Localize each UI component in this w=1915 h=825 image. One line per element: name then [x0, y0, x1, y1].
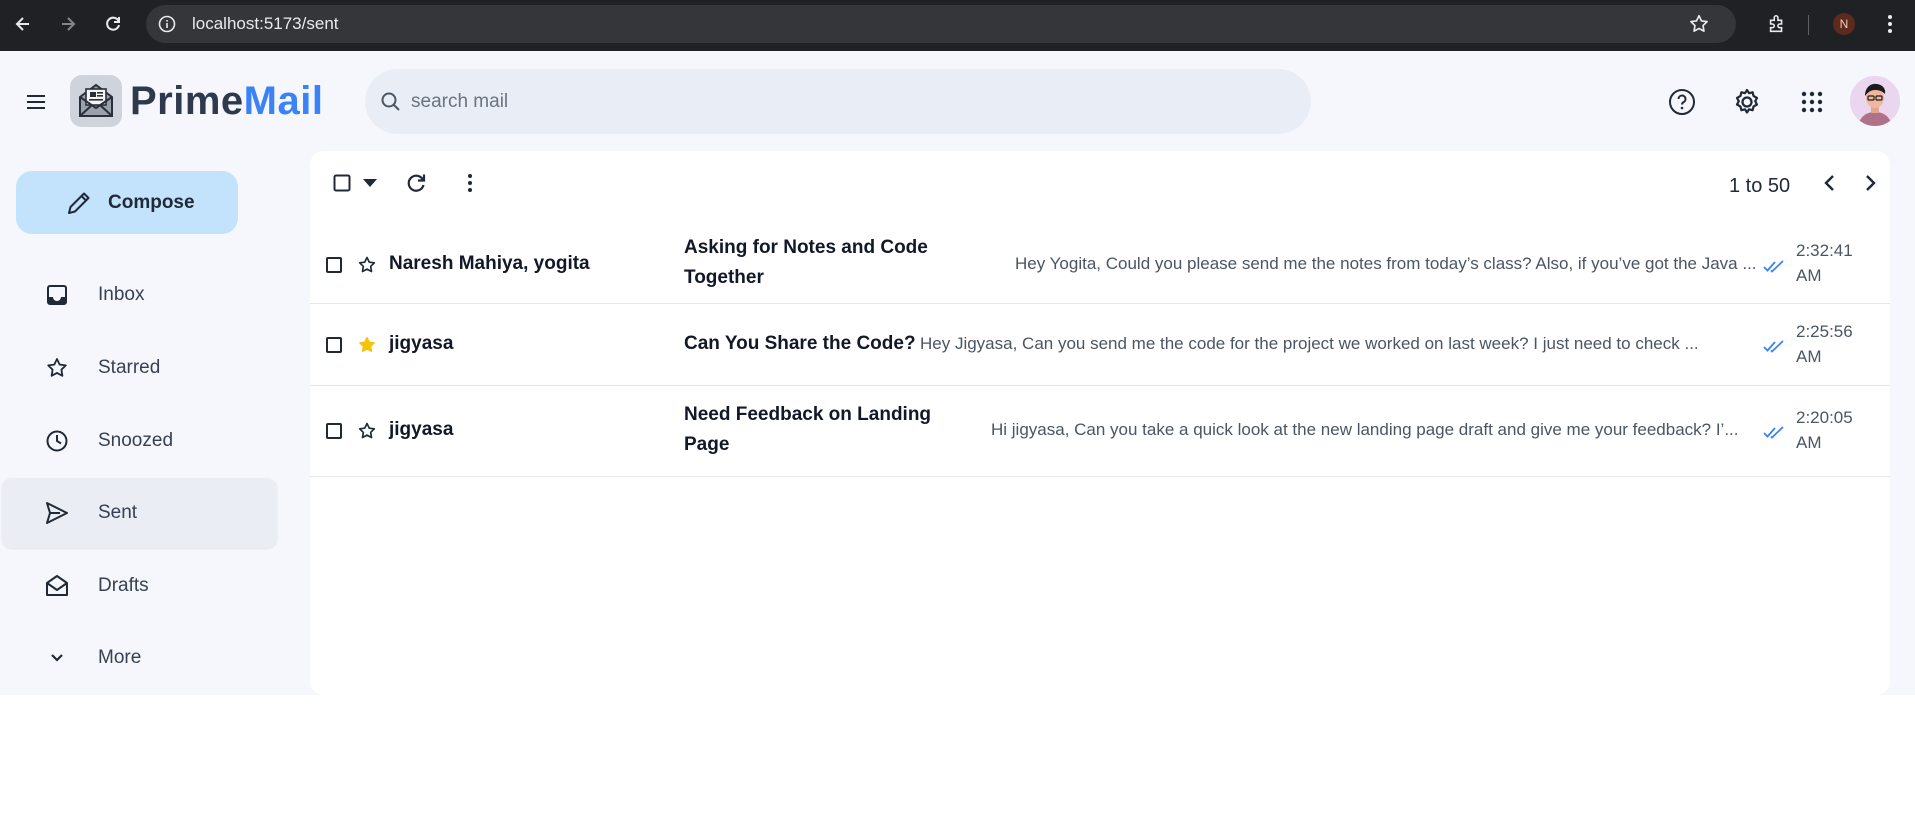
address-bar[interactable]: localhost:5173/sent — [146, 5, 1736, 43]
email-time: 2:32:41 AM — [1796, 238, 1853, 288]
email-snippet: Hi jigyasa, Can you take a quick look at… — [991, 420, 1739, 439]
row-checkbox[interactable] — [326, 423, 342, 439]
read-check-icon — [1763, 340, 1784, 353]
sidebar-item-snoozed[interactable]: Snoozed — [2, 406, 277, 476]
browser-menu-icon[interactable] — [1875, 9, 1905, 39]
sidebar: Compose Inbox Starred Snoozed Sent Draft… — [0, 151, 282, 695]
sidebar-item-more[interactable]: More — [2, 623, 277, 693]
compose-button[interactable]: Compose — [16, 171, 238, 234]
settings-gear-icon[interactable] — [1729, 84, 1765, 120]
email-sender: jigyasa — [389, 333, 454, 354]
email-sender: jigyasa — [389, 419, 454, 440]
time-line: AM — [1796, 347, 1822, 366]
next-page-icon[interactable] — [1856, 169, 1884, 197]
search-input[interactable] — [411, 90, 1291, 113]
help-icon[interactable] — [1664, 84, 1700, 120]
sidebar-item-label: Starred — [98, 357, 161, 378]
search-icon[interactable] — [377, 88, 405, 116]
send-icon — [42, 498, 72, 528]
read-check-icon — [1763, 260, 1784, 273]
time-line: AM — [1796, 266, 1822, 285]
email-row[interactable]: Naresh Mahiya, yogita Asking for Notes a… — [310, 223, 1890, 304]
email-snippet: Hey Yogita, Could you please send me the… — [1015, 254, 1757, 273]
browser-toolbar: localhost:5173/sent N — [0, 0, 1915, 51]
toolbar-divider — [1808, 15, 1809, 35]
compose-label: Compose — [108, 191, 195, 213]
drafts-icon — [42, 571, 72, 601]
sidebar-item-label: Drafts — [98, 575, 149, 596]
forward-icon[interactable] — [53, 9, 83, 39]
app-header: PrimeMail — [0, 51, 1915, 151]
star-icon[interactable] — [356, 254, 378, 276]
apps-grid-icon[interactable] — [1794, 84, 1830, 120]
email-row[interactable]: jigyasa Can You Share the Code? Hey Jigy… — [310, 304, 1890, 386]
subject-line: Need Feedback on Landing — [684, 404, 932, 425]
read-check-icon — [1763, 426, 1784, 439]
email-snippet: Hey Jigyasa, Can you send me the code fo… — [920, 334, 1699, 353]
sidebar-item-label: More — [98, 647, 142, 668]
email-sender: Naresh Mahiya, yogita — [389, 253, 590, 274]
sidebar-item-label: Snoozed — [98, 430, 174, 451]
pagination-text: 1 to 50 — [1729, 175, 1791, 197]
extensions-icon[interactable] — [1762, 9, 1792, 39]
email-subject: Asking for Notes and Code Together — [684, 233, 928, 293]
brand-prime: Prime — [130, 79, 244, 123]
subject-line: Can You Share the Code? — [684, 333, 916, 354]
reload-icon[interactable] — [98, 9, 128, 39]
user-avatar[interactable] — [1850, 76, 1900, 126]
email-row[interactable]: jigyasa Need Feedback on Landing Page Hi… — [310, 386, 1890, 477]
row-checkbox[interactable] — [326, 257, 342, 273]
time-line: 2:32:41 — [1796, 241, 1853, 260]
time-line: 2:20:05 — [1796, 408, 1853, 427]
back-icon[interactable] — [8, 9, 38, 39]
star-icon — [42, 353, 72, 383]
refresh-icon[interactable] — [402, 169, 430, 197]
pencil-icon — [64, 188, 94, 218]
clock-icon — [42, 426, 72, 456]
url-text: localhost:5173/sent — [192, 14, 339, 33]
more-vert-icon[interactable] — [456, 169, 484, 197]
subject-line: Page — [684, 434, 730, 455]
profile-button[interactable]: N — [1829, 9, 1859, 39]
time-line: AM — [1796, 433, 1822, 452]
brand-mail: Mail — [243, 79, 324, 123]
sidebar-item-sent[interactable]: Sent — [2, 478, 277, 548]
time-line: 2:25:56 — [1796, 322, 1853, 341]
sidebar-item-label: Inbox — [98, 284, 145, 305]
profile-initial: N — [1833, 13, 1855, 35]
app-root: PrimeMail search mail Compose Inbox Star… — [0, 51, 1915, 695]
brand-title[interactable]: PrimeMail — [130, 79, 323, 124]
mail-list-panel: 1 to 50 Naresh Mahiya, yogita Asking for… — [310, 151, 1890, 695]
row-checkbox[interactable] — [326, 337, 342, 353]
chevron-down-icon — [42, 643, 72, 673]
search-bar[interactable] — [365, 69, 1311, 134]
select-all-checkbox[interactable] — [328, 169, 356, 197]
subject-line: Together — [684, 267, 764, 288]
email-time: 2:25:56 AM — [1796, 319, 1853, 369]
email-subject: Need Feedback on Landing Page — [684, 400, 931, 460]
star-filled-icon[interactable] — [356, 334, 378, 356]
hamburger-menu-icon[interactable] — [18, 84, 54, 120]
site-info-icon[interactable] — [156, 13, 178, 35]
sidebar-item-drafts[interactable]: Drafts — [2, 551, 277, 621]
star-icon[interactable] — [356, 420, 378, 442]
primemail-logo-icon[interactable] — [70, 75, 122, 127]
email-time: 2:20:05 AM — [1796, 405, 1853, 455]
email-subject: Can You Share the Code? — [684, 329, 916, 359]
list-toolbar: 1 to 50 — [310, 151, 1890, 216]
sidebar-item-inbox[interactable]: Inbox — [2, 260, 277, 330]
bookmark-star-icon[interactable] — [1688, 13, 1710, 40]
sidebar-item-label: Sent — [98, 502, 138, 523]
sidebar-item-starred[interactable]: Starred — [2, 333, 277, 403]
inbox-icon — [42, 280, 72, 310]
select-dropdown-icon[interactable] — [356, 169, 384, 197]
prev-page-icon[interactable] — [1816, 169, 1844, 197]
subject-line: Asking for Notes and Code — [684, 237, 928, 258]
